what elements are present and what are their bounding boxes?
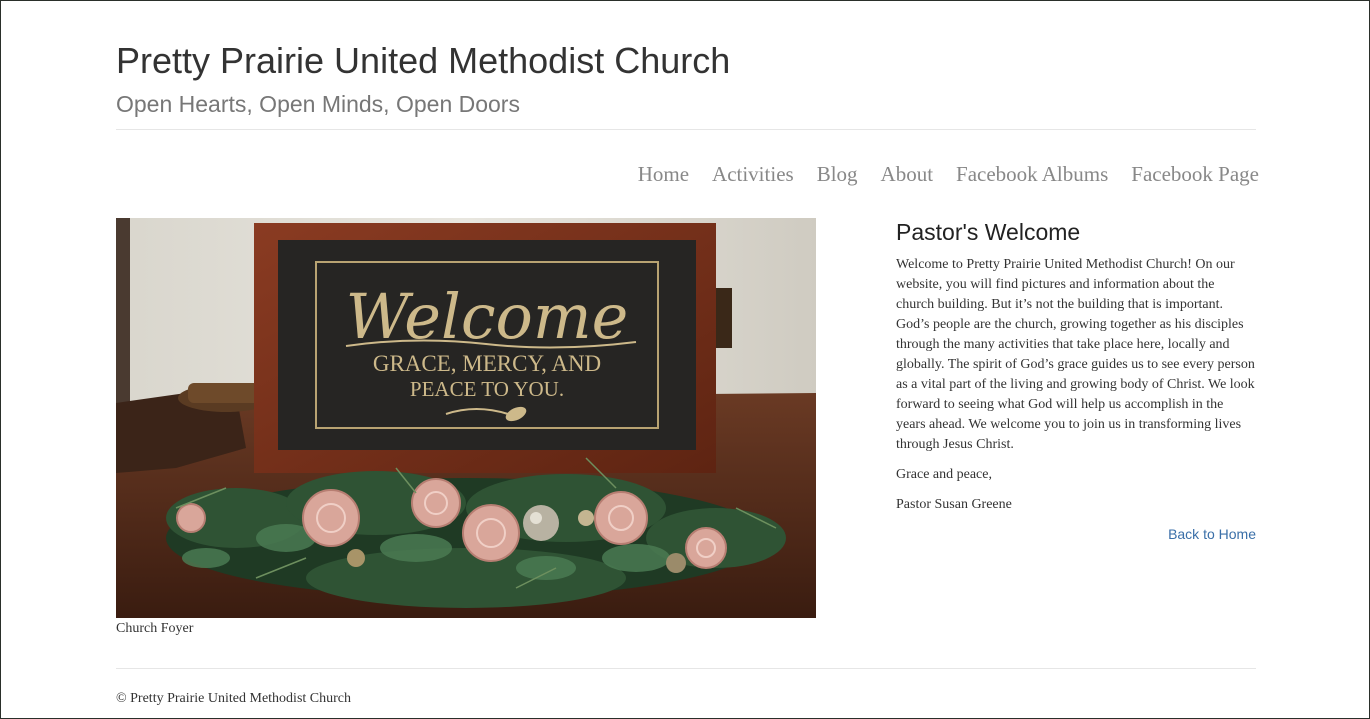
site-tagline: Open Hearts, Open Minds, Open Doors xyxy=(116,91,520,117)
sign-line-1: GRACE, MERCY, AND xyxy=(373,351,601,376)
church-foyer-photo: Welcome GRACE, MERCY, AND PEACE TO YOU. xyxy=(116,218,816,618)
nav-link-blog[interactable]: Blog xyxy=(817,159,858,189)
main-navigation: Home Activities Blog About Facebook Albu… xyxy=(615,159,1259,189)
feature-caption: Church Foyer xyxy=(116,621,194,636)
footer-divider xyxy=(116,668,1256,669)
feature-figure: Welcome GRACE, MERCY, AND PEACE TO YOU. xyxy=(116,218,816,638)
sign-line-2: PEACE TO YOU. xyxy=(410,377,564,401)
pastor-welcome-signature: Pastor Susan Greene xyxy=(896,497,1012,512)
pastor-welcome-section: Pastor's Welcome Welcome to Pretty Prair… xyxy=(896,217,1256,543)
back-to-home-link[interactable]: Back to Home xyxy=(896,525,1256,543)
header-divider xyxy=(116,129,1256,130)
nav-link-home[interactable]: Home xyxy=(638,159,689,189)
footer-copyright: © Pretty Prairie United Methodist Church xyxy=(116,691,351,706)
pastor-welcome-body: Welcome to Pretty Prairie United Methodi… xyxy=(896,257,1255,452)
nav-link-activities[interactable]: Activities xyxy=(712,159,794,189)
nav-link-facebook-page[interactable]: Facebook Page xyxy=(1131,159,1259,189)
pastor-welcome-heading: Pastor's Welcome xyxy=(896,219,1081,245)
nav-link-facebook-albums[interactable]: Facebook Albums xyxy=(956,159,1108,189)
nav-link-about[interactable]: About xyxy=(881,159,934,189)
pastor-welcome-closing: Grace and peace, xyxy=(896,467,992,482)
site-title[interactable]: Pretty Prairie United Methodist Church xyxy=(116,39,730,83)
